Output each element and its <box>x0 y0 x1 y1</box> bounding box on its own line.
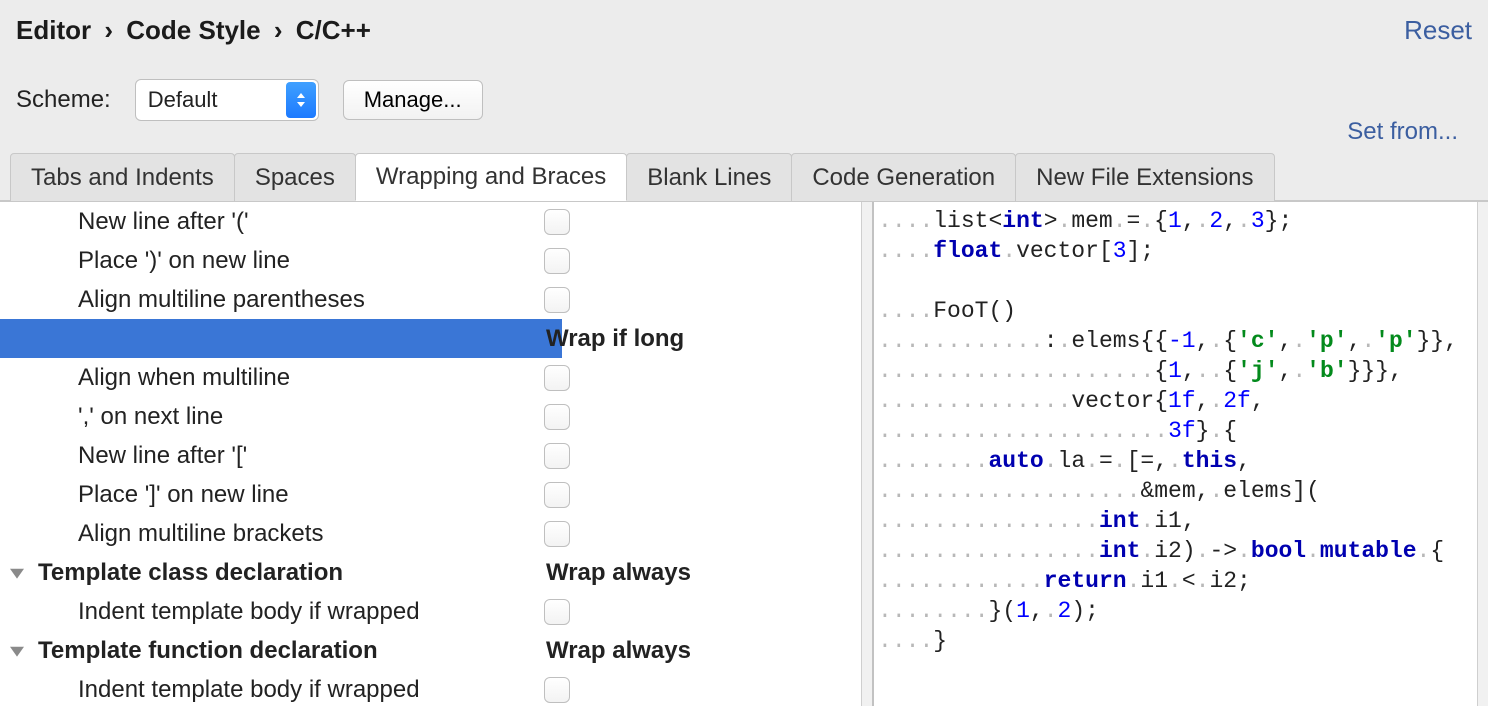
setting-checkbox[interactable] <box>544 677 570 703</box>
code-line: ............return.i1.<.i2; <box>874 566 1488 596</box>
setting-label: Align when multiline <box>0 364 290 392</box>
breadcrumb: Editor › Code Style › C/C++ <box>16 15 371 46</box>
wrap-value[interactable]: Wrap always <box>546 559 691 587</box>
setting-row[interactable]: Place ')' on new line <box>0 241 872 280</box>
section-label: Template class declaration <box>38 559 343 587</box>
code-line: ...................&mem,.elems]( <box>874 476 1488 506</box>
setting-row[interactable]: Indent template body if wrapped <box>0 592 872 631</box>
setting-row[interactable]: New line after '[' <box>0 436 872 475</box>
code-line: ....FooT() <box>874 296 1488 326</box>
code-line: ................int.i2).->.bool.mutable.… <box>874 536 1488 566</box>
disclosure-down-icon[interactable] <box>8 642 26 660</box>
setting-label: Indent template body if wrapped <box>0 676 420 704</box>
code-line: ....} <box>874 626 1488 656</box>
setting-checkbox[interactable] <box>544 404 570 430</box>
setting-row[interactable]: Indent template body if wrapped <box>0 670 872 706</box>
breadcrumb-part: C/C++ <box>296 15 371 45</box>
code-line: ....float.vector[3]; <box>874 236 1488 266</box>
wrap-value[interactable]: Wrap always <box>546 637 691 665</box>
setting-row[interactable]: ',' on next line <box>0 397 872 436</box>
scheme-select[interactable]: Default <box>135 79 319 121</box>
tabs-bar: Tabs and Indents Spaces Wrapping and Bra… <box>0 152 1488 201</box>
setting-label: ',' on next line <box>0 403 223 431</box>
setting-checkbox[interactable] <box>544 287 570 313</box>
code-line: ....list<int>.mem.=.{1,.2,.3}; <box>874 206 1488 236</box>
disclosure-down-icon[interactable] <box>8 564 26 582</box>
select-stepper-icon <box>286 82 316 118</box>
code-line: ................int.i1, <box>874 506 1488 536</box>
code-line: ....................{1,..{'j',.'b'}}}, <box>874 356 1488 386</box>
settings-tree[interactable]: New line after '(' Place ')' on new line… <box>0 202 874 706</box>
code-line: ..............vector{1f,.2f, <box>874 386 1488 416</box>
breadcrumb-part: Editor <box>16 15 91 45</box>
setting-row[interactable]: Place ']' on new line <box>0 475 872 514</box>
code-line: ........}(1,.2); <box>874 596 1488 626</box>
code-preview: ....list<int>.mem.=.{1,.2,.3};....float.… <box>874 202 1488 706</box>
setting-checkbox[interactable] <box>544 248 570 274</box>
setting-row[interactable]: Align when multiline <box>0 358 872 397</box>
breadcrumb-sep: › <box>274 15 283 45</box>
manage-button[interactable]: Manage... <box>343 80 483 120</box>
section-label: Template function declaration <box>38 637 378 665</box>
setting-checkbox[interactable] <box>544 443 570 469</box>
scheme-value: Default <box>148 87 218 113</box>
tab-wrapping-braces[interactable]: Wrapping and Braces <box>355 153 627 201</box>
breadcrumb-sep: › <box>104 15 113 45</box>
setting-checkbox[interactable] <box>544 599 570 625</box>
code-line: .....................3f}.{ <box>874 416 1488 446</box>
setting-checkbox[interactable] <box>544 521 570 547</box>
setting-checkbox[interactable] <box>544 482 570 508</box>
code-line: ........auto.la.=.[=,.this, <box>874 446 1488 476</box>
setting-row[interactable]: Align multiline parentheses <box>0 280 872 319</box>
code-line <box>874 266 1488 296</box>
section-template-function[interactable]: Template function declaration Wrap alway… <box>0 631 872 670</box>
scheme-label: Scheme: <box>16 86 111 114</box>
code-line: ............:.elems{{-1,.{'c',.'p',.'p'}… <box>874 326 1488 356</box>
section-lambda-capture[interactable]: Lambda capture list Wrap if long <box>0 319 872 358</box>
setting-label: Align multiline brackets <box>0 520 323 548</box>
setting-label: New line after '[' <box>0 442 247 470</box>
tab-spaces[interactable]: Spaces <box>234 153 356 201</box>
tab-blank-lines[interactable]: Blank Lines <box>626 153 792 201</box>
setting-label: New line after '(' <box>0 208 249 236</box>
setting-row[interactable]: Align multiline brackets <box>0 514 872 553</box>
setting-checkbox[interactable] <box>544 365 570 391</box>
setting-label: Indent template body if wrapped <box>0 598 420 626</box>
setting-label: Place ']' on new line <box>0 481 289 509</box>
section-template-class[interactable]: Template class declaration Wrap always <box>0 553 872 592</box>
setting-label: Align multiline parentheses <box>0 286 365 314</box>
set-from-link[interactable]: Set from... <box>1347 118 1458 152</box>
tab-tabs-indents[interactable]: Tabs and Indents <box>10 153 235 201</box>
breadcrumb-part: Code Style <box>126 15 260 45</box>
reset-link[interactable]: Reset <box>1404 15 1472 46</box>
wrap-value[interactable]: Wrap if long <box>546 325 684 353</box>
setting-label: Place ')' on new line <box>0 247 290 275</box>
tab-code-generation[interactable]: Code Generation <box>791 153 1016 201</box>
setting-checkbox[interactable] <box>544 209 570 235</box>
setting-row[interactable]: New line after '(' <box>0 202 872 241</box>
tab-new-file-ext[interactable]: New File Extensions <box>1015 153 1274 201</box>
